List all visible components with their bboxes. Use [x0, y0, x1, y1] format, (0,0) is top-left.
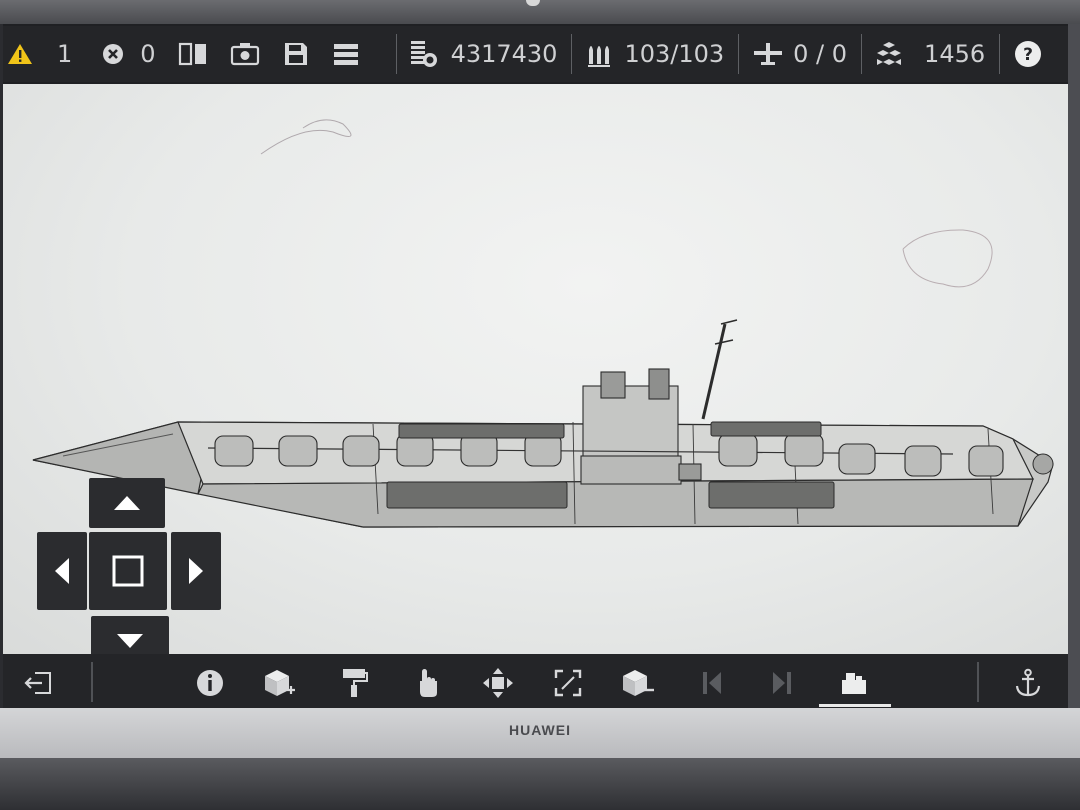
warnings-counter[interactable]: 1 — [7, 26, 72, 82]
bottom-divider — [91, 662, 93, 702]
cost-value: 4317430 — [450, 40, 558, 68]
errors-counter[interactable]: 0 — [102, 26, 156, 82]
prev-button[interactable] — [695, 666, 729, 700]
cost-counter: 4317430 — [409, 26, 558, 82]
toolbar-divider — [571, 34, 573, 74]
bow-marker — [1032, 453, 1054, 475]
errors-count: 0 — [140, 40, 156, 68]
info-button[interactable] — [193, 666, 227, 700]
center-square-icon — [111, 554, 145, 588]
ammo-icon — [586, 40, 614, 68]
arrow-right-icon — [187, 556, 205, 586]
toolbar-divider — [395, 34, 397, 74]
bottom-divider — [977, 662, 979, 702]
toolbar-divider — [738, 34, 740, 74]
error-icon — [102, 43, 124, 65]
save-icon[interactable] — [282, 41, 310, 67]
arrow-left-icon — [53, 556, 71, 586]
toolbar-divider — [861, 34, 863, 74]
bezel-right — [1068, 24, 1080, 714]
remove-block-icon — [621, 668, 655, 698]
arrow-up-icon — [112, 494, 142, 512]
resize-icon — [553, 668, 583, 698]
bottom-toolbar — [3, 654, 1068, 710]
move-icon — [482, 667, 514, 699]
ship-viewport[interactable] — [3, 84, 1068, 654]
camera-up-button[interactable] — [89, 478, 165, 528]
camera-left-button[interactable] — [37, 532, 87, 610]
smudge-mark — [260, 119, 352, 155]
prev-icon — [700, 670, 724, 696]
top-toolbar: 1 0 4317430 103/103 0 / 0 1456 ? — [3, 26, 1068, 82]
remove-block-button[interactable] — [621, 666, 655, 700]
resize-button[interactable] — [551, 666, 585, 700]
ammo-value: 103/103 — [624, 40, 725, 68]
aircraft-value: 0 / 0 — [793, 40, 848, 68]
exit-icon — [23, 670, 53, 696]
next-icon — [770, 670, 794, 696]
build-button[interactable] — [837, 666, 871, 700]
toolbar-divider — [999, 34, 1001, 74]
anchor-button[interactable] — [1011, 666, 1045, 700]
active-tab-indicator — [819, 704, 891, 707]
warning-icon — [7, 42, 33, 66]
paint-roller-icon — [340, 667, 368, 699]
smudge-mark — [902, 229, 993, 288]
camera-center-button[interactable] — [89, 532, 167, 610]
help-icon[interactable]: ? — [1014, 40, 1042, 68]
cost-icon — [409, 39, 439, 69]
paint-button[interactable] — [337, 666, 371, 700]
camera-right-button[interactable] — [171, 532, 221, 610]
ammo-counter: 103/103 — [586, 26, 724, 82]
svg-text:?: ? — [1023, 45, 1033, 65]
aircraft-counter: 0 / 0 — [751, 26, 847, 82]
next-button[interactable] — [765, 666, 799, 700]
keyboard-edge — [0, 758, 1080, 810]
blocks-counter: 1456 — [874, 26, 985, 82]
camera-down-button[interactable] — [91, 616, 169, 654]
add-block-icon — [263, 668, 297, 698]
info-icon — [195, 668, 225, 698]
build-icon — [839, 670, 869, 696]
anchor-icon — [1013, 668, 1043, 698]
camera-icon[interactable] — [230, 41, 260, 67]
warnings-count: 1 — [57, 40, 73, 68]
exit-button[interactable] — [21, 666, 55, 700]
hand-pointer-icon — [415, 667, 441, 699]
app-screen: 1 0 4317430 103/103 0 / 0 1456 ? — [3, 24, 1068, 710]
screen-bezel-top — [0, 0, 1080, 24]
arrow-down-icon — [115, 632, 145, 650]
aircraft-icon — [751, 40, 785, 68]
select-button[interactable] — [411, 666, 445, 700]
mirror-icon[interactable] — [178, 41, 208, 67]
device-brand: HUAWEI — [509, 722, 571, 738]
blocks-icon — [874, 40, 904, 68]
move-button[interactable] — [481, 666, 515, 700]
menu-icon[interactable] — [332, 41, 360, 67]
webcam — [526, 0, 540, 6]
add-block-button[interactable] — [263, 666, 297, 700]
blocks-value: 1456 — [924, 40, 986, 68]
